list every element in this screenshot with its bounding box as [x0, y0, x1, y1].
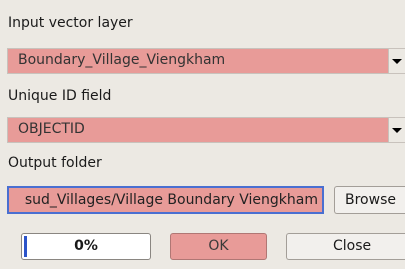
output-folder-value: sud_Villages/Village Boundary Viengkham — [24, 192, 318, 208]
unique-id-field-select[interactable]: OBJECTID — [7, 117, 405, 143]
browse-button-label: Browse — [345, 192, 396, 208]
progress-bar: 0% — [21, 233, 151, 260]
browse-button[interactable]: Browse — [334, 186, 405, 214]
unique-id-field-value: OBJECTID — [18, 121, 85, 137]
close-button[interactable]: Close — [286, 233, 405, 260]
chevron-down-icon[interactable] — [388, 118, 405, 142]
ok-button[interactable]: OK — [170, 233, 267, 260]
close-button-label: Close — [333, 238, 372, 254]
input-vector-layer-label: Input vector layer — [8, 15, 133, 31]
chevron-down-icon[interactable] — [388, 49, 405, 73]
input-vector-layer-value: Boundary_Village_Viengkham — [18, 52, 226, 68]
ok-button-label: OK — [208, 238, 229, 254]
input-vector-layer-select[interactable]: Boundary_Village_Viengkham — [7, 48, 405, 74]
output-folder-input[interactable]: sud_Villages/Village Boundary Viengkham — [7, 186, 324, 214]
progress-text: 0% — [74, 238, 98, 254]
output-folder-label: Output folder — [8, 155, 102, 171]
unique-id-field-label: Unique ID field — [8, 88, 112, 104]
